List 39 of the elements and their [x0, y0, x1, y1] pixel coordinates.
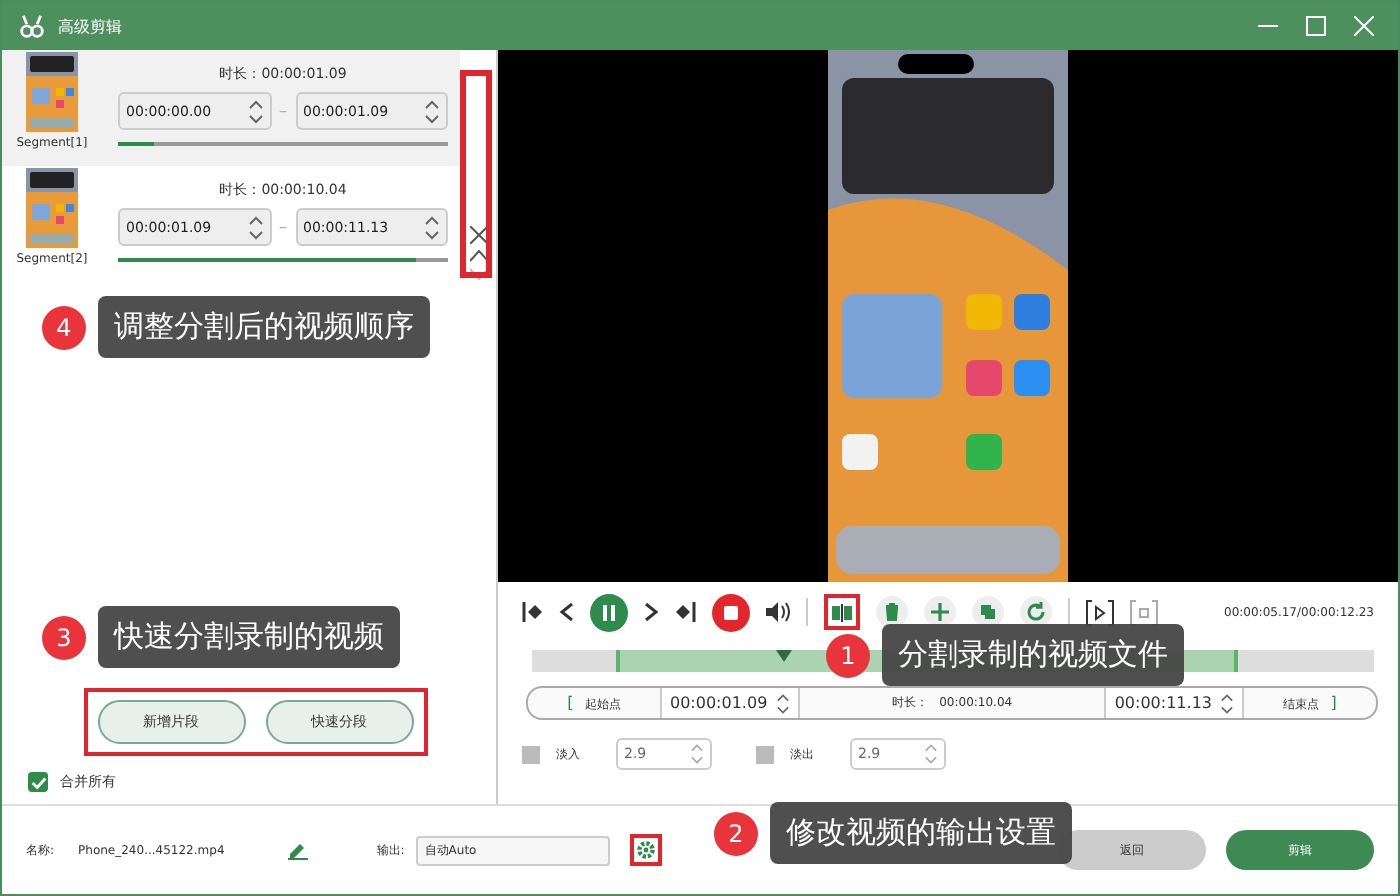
- trash-icon[interactable]: [876, 596, 908, 628]
- callout-tooltip: 调整分割后的视频顺序: [98, 296, 430, 358]
- spinner-arrows-icon[interactable]: [247, 213, 263, 241]
- spinner-arrows-icon[interactable]: [775, 691, 790, 715]
- pause-icon[interactable]: [590, 593, 628, 631]
- start-time-field[interactable]: 00:00:01.09: [660, 688, 800, 718]
- step-number-badge: 2: [714, 811, 758, 855]
- settings-icon: [636, 840, 657, 860]
- callout-tooltip: 快速分割录制的视频: [98, 606, 400, 668]
- close-icon[interactable]: [469, 226, 487, 244]
- pencil-icon[interactable]: [288, 840, 309, 860]
- logo-icon: [18, 14, 46, 38]
- play-range-icon[interactable]: [1086, 599, 1114, 625]
- step-forward-icon[interactable]: [644, 602, 660, 622]
- callout-tooltip: 修改视频的输出设置: [770, 802, 1072, 864]
- settings-button[interactable]: [630, 834, 663, 866]
- window-title: 高级剪辑: [58, 15, 122, 37]
- previous-marker-icon[interactable]: [522, 602, 542, 622]
- playhead-marker[interactable]: [776, 650, 793, 662]
- next-marker-icon[interactable]: [676, 602, 696, 622]
- checkmark-icon: [29, 773, 47, 791]
- stop-icon[interactable]: [712, 593, 750, 631]
- spinner-arrows-icon[interactable]: [1220, 691, 1234, 715]
- step-number-badge: 1: [826, 633, 870, 677]
- step-number-badge: 4: [42, 305, 86, 349]
- split-button[interactable]: [824, 594, 860, 630]
- range-separator: –: [279, 102, 287, 120]
- step-back-icon[interactable]: [558, 602, 574, 622]
- split-icon: [832, 603, 852, 621]
- range-separator: –: [279, 218, 287, 236]
- maximize-icon[interactable]: [1306, 16, 1326, 36]
- spinner-arrows-icon[interactable]: [247, 97, 263, 125]
- volume-icon[interactable]: [766, 602, 790, 622]
- spinner-arrows-icon[interactable]: [424, 213, 440, 241]
- spinner-arrows-icon[interactable]: [424, 97, 440, 125]
- end-time-field[interactable]: 00:00:11.13: [1104, 688, 1244, 718]
- stop-range-icon[interactable]: [1130, 599, 1158, 625]
- callout-tooltip: 分割录制的视频文件: [882, 624, 1184, 686]
- step-number-badge: 3: [42, 615, 86, 659]
